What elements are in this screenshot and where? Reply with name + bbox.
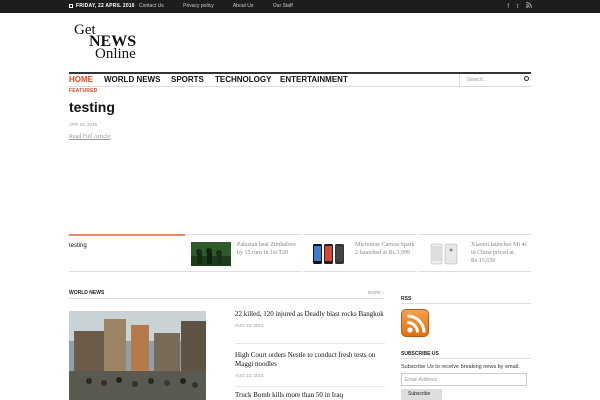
post-title[interactable]: testing	[69, 99, 115, 115]
story-title[interactable]: Truck Bomb kills more than 50 in Iraq	[235, 391, 385, 400]
ticker-card-title: Xiaomi launches Mi 4c in China priced at…	[471, 242, 528, 264]
ticker-current-text: testing	[69, 243, 87, 249]
cricket-thumbnail	[191, 242, 231, 266]
top-bar: FRIDAY, 22 APRIL 2016 Contact Us Privacy…	[0, 0, 600, 13]
about-us-link[interactable]: About Us	[233, 3, 254, 9]
facebook-icon[interactable]: f	[507, 4, 509, 10]
story-date: AUG 13, 2015	[235, 373, 264, 378]
logo-line-3: Online	[95, 46, 136, 62]
ticker-card[interactable]: Xiaomi launches Mi 4c in China priced at…	[419, 234, 531, 272]
post-date: APR 22, 2016	[69, 122, 98, 127]
rss-label: RSS	[401, 296, 412, 302]
world-news-header: WORLD NEWS MORE ›	[69, 287, 384, 299]
subscribe-button[interactable]: Subscribe	[401, 389, 442, 400]
search-input[interactable]: Search...	[459, 74, 531, 86]
chevron-right-icon: ›	[382, 290, 385, 295]
story-date: AUG 18, 2015	[235, 323, 264, 328]
search-icon[interactable]	[524, 76, 529, 81]
more-link-text: MORE	[367, 290, 382, 295]
our-staff-link[interactable]: Our Staff	[273, 3, 293, 9]
read-more-link[interactable]: Read Full Article	[69, 134, 110, 140]
subscribe-text: Subscribe Us to receive breaking news by…	[401, 364, 520, 370]
ticker-card[interactable]: Micromax Canvas Spark 2 launched at Rs.3…	[303, 234, 417, 272]
featured-label: FEATURED	[69, 88, 98, 94]
phone-thumbnail	[309, 242, 349, 266]
ticker-card-title: Micromax Canvas Spark 2 launched at Rs.3…	[355, 242, 415, 256]
email-placeholder: Email Address	[405, 377, 437, 383]
search-placeholder: Search...	[467, 77, 488, 83]
ticker-card-title: Pakistan beat Zimbabwe by 15 runs in 1st…	[237, 242, 296, 256]
xiaomi-thumbnail	[425, 242, 465, 266]
nav-entertainment[interactable]: ENTERTAINMENT	[280, 75, 348, 84]
date-text: FRIDAY, 22 APRIL 2016	[76, 3, 135, 9]
site-logo[interactable]: Get NEWS Online	[74, 22, 174, 64]
rss-header: RSS	[401, 294, 531, 304]
subscribe-button-label: Subscribe	[408, 391, 431, 397]
ticker-card[interactable]: Pakistan beat Zimbabwe by 15 runs in 1st…	[185, 234, 301, 272]
top-links: Contact Us Privacy policy About Us Our S…	[139, 3, 311, 9]
calendar-icon	[69, 3, 73, 8]
rss-icon[interactable]	[526, 2, 532, 10]
subscribe-header: SUBSCRIBE US	[401, 349, 531, 359]
email-field[interactable]: Email Address	[401, 373, 527, 386]
main-nav: HOME WORLD NEWS SPORTS TECHNOLOGY ENTERT…	[69, 72, 531, 87]
date-display: FRIDAY, 22 APRIL 2016	[69, 3, 135, 9]
world-news-label: WORLD NEWS	[69, 290, 105, 296]
story-title[interactable]: High Court orders Nestle to conduct fres…	[235, 351, 385, 369]
subscribe-label: SUBSCRIBE US	[401, 351, 439, 357]
twitter-icon[interactable]: t	[517, 4, 519, 10]
nav-world-news[interactable]: WORLD NEWS	[104, 75, 160, 84]
story-item[interactable]: Truck Bomb kills more than 50 in Iraq	[235, 391, 385, 400]
rss-feed-icon[interactable]	[401, 309, 429, 337]
social-links: f t	[501, 2, 532, 10]
news-ticker: testing Pakistan beat Zimbabwe by 15 run…	[69, 234, 531, 272]
more-link[interactable]: MORE ›	[368, 290, 384, 295]
ticker-current[interactable]: testing	[69, 234, 185, 272]
story-item[interactable]: High Court orders Nestle to conduct fres…	[235, 351, 385, 378]
privacy-policy-link[interactable]: Privacy policy	[183, 3, 214, 9]
nav-sports[interactable]: SPORTS	[171, 75, 204, 84]
story-item[interactable]: 22 killed, 120 injured as Deadly blast r…	[235, 310, 385, 328]
story-title[interactable]: 22 killed, 120 injured as Deadly blast r…	[235, 310, 385, 319]
story-divider	[235, 343, 385, 344]
contact-us-link[interactable]: Contact Us	[139, 3, 164, 9]
nav-technology[interactable]: TECHNOLOGY	[215, 75, 271, 84]
story-divider	[235, 386, 385, 387]
nav-home[interactable]: HOME	[69, 75, 93, 84]
world-news-image[interactable]	[69, 311, 206, 400]
